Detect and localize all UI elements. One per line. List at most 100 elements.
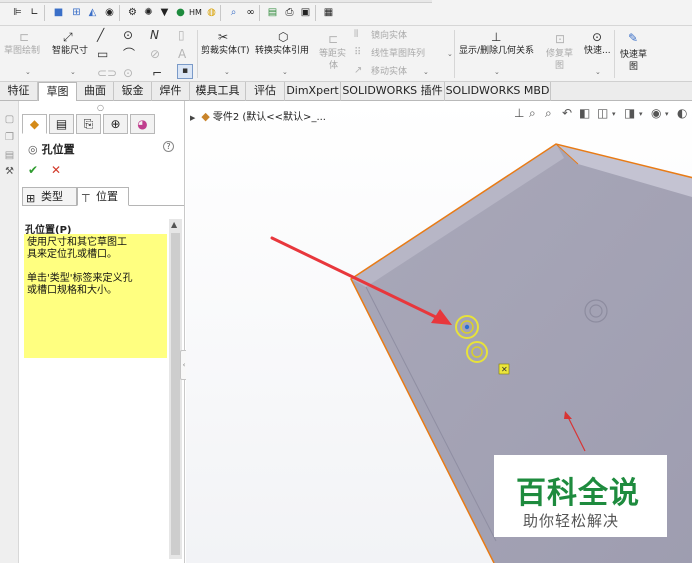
repair-sketch-icon[interactable]: ⊡ xyxy=(555,32,565,46)
tab-dimxpert[interactable]: DimXpert xyxy=(285,82,341,101)
tab-surfaces[interactable]: 曲面 xyxy=(77,82,114,101)
feature-tree-flyout[interactable]: ▶ ◆ 零件2 (默认<<默认>_... xyxy=(190,108,326,123)
point-tool-icon[interactable]: ⊙ xyxy=(123,66,133,80)
part-name[interactable]: 零件2 (默认<<默认>_... xyxy=(213,112,326,123)
dimxpert-tab-icon[interactable]: ⊕ xyxy=(103,114,128,134)
convert-icon[interactable]: ⬡ xyxy=(278,30,288,44)
chevron-down-icon[interactable]: ⌄ xyxy=(282,68,288,76)
hole-center-point[interactable] xyxy=(464,324,470,330)
repair-sketch-button-2[interactable]: 图 xyxy=(555,61,564,72)
print-icon[interactable]: ⎙ xyxy=(283,6,296,19)
fillet-tool-icon[interactable]: ⌐ xyxy=(152,66,162,80)
panel-scrollbar[interactable]: ▲ xyxy=(169,219,182,559)
rectangle-tool-icon[interactable]: ▭ xyxy=(97,47,108,61)
zoom-to-fit-icon[interactable]: ⌕ xyxy=(529,106,536,121)
trim-icon[interactable]: ✂ xyxy=(218,30,228,44)
slot-tool-icon[interactable]: ⊂⊃ xyxy=(97,66,117,80)
property-manager-tab-icon[interactable]: ▤ xyxy=(49,114,74,134)
arc-tool-icon[interactable]: ⌒ xyxy=(123,47,135,61)
view-orientation-icon[interactable]: ◫ xyxy=(597,106,608,120)
tab-sheet-metal[interactable]: 钣金 xyxy=(114,82,152,101)
spline-tool-icon[interactable]: N xyxy=(150,28,159,42)
sketch-icon[interactable]: ◭ xyxy=(86,6,99,19)
tab-mold-tools[interactable]: 模具工具 xyxy=(190,82,246,101)
tab-features[interactable]: 特征 xyxy=(0,82,38,101)
view-icon[interactable]: ⊞ xyxy=(70,6,83,19)
grid-snap-toggle[interactable]: ▪ xyxy=(177,64,193,79)
zoom-area-icon[interactable]: ⌕ xyxy=(545,106,552,121)
mirror-icon[interactable]: ⫴ xyxy=(354,28,358,42)
layers-icon[interactable]: ▤ xyxy=(3,149,16,162)
line-style-icon[interactable]: ⊫ xyxy=(11,6,24,19)
tab-type[interactable]: ⊞ 类型 xyxy=(22,187,77,206)
rapid-sketch-icon[interactable]: ✎ xyxy=(628,31,638,45)
quick-snaps-icon[interactable]: ⊙ xyxy=(592,30,602,44)
sketch-button[interactable]: 草图绘制 xyxy=(4,46,40,57)
repair-sketch-button[interactable]: 修复草 xyxy=(546,49,573,60)
trim-entities-button[interactable]: 剪裁实体(T) xyxy=(201,46,250,57)
section-view-icon[interactable]: ◧ xyxy=(579,106,590,120)
offset-icon[interactable]: ⊏ xyxy=(328,32,338,46)
tab-position[interactable]: ⊤ 位置 xyxy=(77,187,129,206)
hide-show-icon[interactable]: ◉ xyxy=(651,106,661,120)
spreadsheet-icon[interactable]: ▤ xyxy=(266,6,279,19)
display-icon[interactable]: ■ xyxy=(52,6,65,19)
rapid-sketch-button[interactable]: 快速草 xyxy=(620,50,647,61)
settings-icon[interactable]: ⚙ xyxy=(126,6,139,19)
chevron-down-icon[interactable]: ▾ xyxy=(639,110,643,118)
copy-icon[interactable]: ❐ xyxy=(3,131,16,144)
scroll-up-icon[interactable]: ▲ xyxy=(171,220,177,229)
previous-view-icon[interactable]: ↶ xyxy=(562,106,572,120)
chevron-down-icon[interactable]: ⌄ xyxy=(70,68,76,76)
convert-entities-button[interactable]: 转换实体引用 xyxy=(255,46,309,57)
sketch-tool-icon[interactable]: ⊏ xyxy=(19,30,29,44)
tab-sketch[interactable]: 草图 xyxy=(38,82,77,102)
tab-solidworks-addins[interactable]: SOLIDWORKS 插件 xyxy=(341,82,445,101)
chevron-down-icon[interactable]: ▾ xyxy=(612,110,616,118)
text-tool-icon[interactable]: A xyxy=(178,47,186,61)
document-icon[interactable]: ▢ xyxy=(3,113,16,126)
cancel-x-icon[interactable]: ✕ xyxy=(51,163,61,177)
scroll-thumb[interactable] xyxy=(171,233,180,555)
feature-manager-tab-icon[interactable]: ◆ xyxy=(22,114,47,134)
binoculars-icon[interactable]: ∞ xyxy=(244,6,257,19)
coin-icon[interactable]: ◍ xyxy=(205,6,218,19)
offset-entities-label-2[interactable]: 体 xyxy=(329,61,338,72)
move-entities-button[interactable]: 移动实体 xyxy=(371,67,407,78)
show-delete-relations-button[interactable]: 显示/删除几何关系 xyxy=(459,46,534,57)
chevron-down-icon[interactable]: ⌄ xyxy=(447,50,453,58)
rapid-sketch-button-2[interactable]: 图 xyxy=(629,62,638,73)
display-manager-tab-icon[interactable]: ◕ xyxy=(130,114,155,134)
line-tool-icon[interactable]: ╱ xyxy=(97,28,104,42)
mirror-entities-button[interactable]: 镜向实体 xyxy=(371,31,407,42)
bowl-icon[interactable]: ▼ xyxy=(158,6,171,19)
chevron-down-icon[interactable]: ⌄ xyxy=(423,68,429,76)
table-icon[interactable]: ▦ xyxy=(322,6,335,19)
tool-icon[interactable]: ⚒ xyxy=(3,165,16,178)
pattern-icon[interactable]: ⠿ xyxy=(354,46,361,60)
quick-snaps-button[interactable]: 快速... xyxy=(584,46,611,57)
polygon-tool-icon[interactable]: ⊘ xyxy=(150,47,160,61)
smart-dimension-button[interactable]: 智能尺寸 xyxy=(52,46,88,57)
expand-arrow-icon[interactable]: ▶ xyxy=(190,114,195,122)
relations-icon[interactable]: ⊥ xyxy=(491,30,501,44)
configuration-manager-tab-icon[interactable]: ⎘ xyxy=(76,114,101,134)
orient-icon[interactable]: ⊥ xyxy=(514,106,524,120)
chevron-down-icon[interactable]: ⌄ xyxy=(25,68,31,76)
smart-dimension-icon[interactable]: ⤢ xyxy=(63,30,73,44)
gear-icon[interactable]: ✺ xyxy=(142,6,155,19)
tab-weldments[interactable]: 焊件 xyxy=(152,82,190,101)
search-icon[interactable]: ⌕ xyxy=(227,6,240,19)
chevron-down-icon[interactable]: ⌄ xyxy=(224,68,230,76)
appearance-icon[interactable]: ◐ xyxy=(677,106,687,120)
chevron-down-icon[interactable]: ▾ xyxy=(665,110,669,118)
help-icon[interactable]: ? xyxy=(163,141,174,152)
chevron-down-icon[interactable]: ⌄ xyxy=(494,68,500,76)
image-icon[interactable]: ▣ xyxy=(299,6,312,19)
circle-tool-icon[interactable]: ⊙ xyxy=(123,28,133,42)
ok-check-icon[interactable]: ✔ xyxy=(28,163,38,177)
offset-entities-label[interactable]: 等距实 xyxy=(319,49,346,60)
sphere-icon[interactable]: ◉ xyxy=(103,6,116,19)
tab-solidworks-mbd[interactable]: SOLIDWORKS MBD xyxy=(445,82,551,101)
tab-evaluate[interactable]: 评估 xyxy=(246,82,285,101)
